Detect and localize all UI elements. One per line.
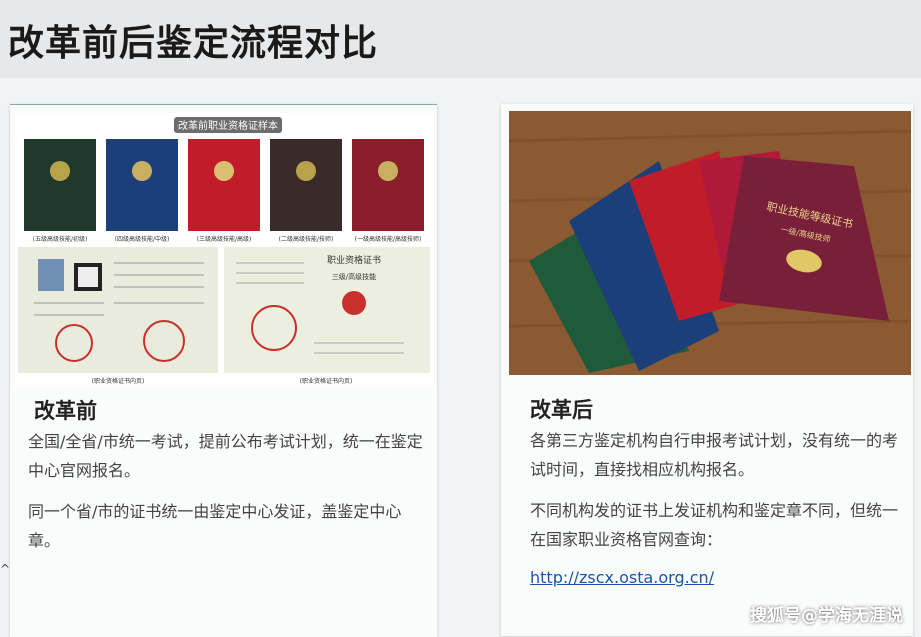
cert-cover-red xyxy=(188,139,260,231)
after-reform-heading: 改革后 xyxy=(530,398,593,422)
cert-inner-title: 职业资格证书 xyxy=(327,254,381,266)
cert-cover-green xyxy=(24,139,96,231)
after-reform-paragraph-1: 各第三方鉴定机构自行申报考试计划，没有统一的考试时间，直接找相应机构报名。 xyxy=(530,431,899,479)
cert-inner-level: 三级/高级技能 xyxy=(332,272,376,281)
cert-label-2: (四级高级技能/中级) xyxy=(115,235,170,243)
cert-label-5: (一级高级技能/高级技师) xyxy=(355,235,422,243)
caret-icon: ^ xyxy=(0,562,11,576)
before-reform-card: 改革前职业资格证样本 (五级高级技能/初级) (四级高级技能/中级) (三级高级… xyxy=(10,104,437,637)
cert-cover-dark xyxy=(270,139,342,231)
page-header: 改革前后鉴定流程对比 xyxy=(0,0,921,78)
osta-query-link[interactable]: http://zscx.osta.org.cn/ xyxy=(530,568,714,587)
cert-inner-page-right: 职业资格证书 三级/高级技能 xyxy=(224,247,430,373)
cert-label-1: (五级高级技能/初级) xyxy=(33,235,88,243)
page-title: 改革前后鉴定流程对比 xyxy=(8,23,379,64)
cert-cover-navy xyxy=(106,139,178,231)
before-reform-paragraph-1: 全国/全省/市统一考试，提前公布考试计划，统一在鉴定中心官网报名。 xyxy=(28,432,423,480)
inner-page-label-1: (职业资格证书内页) xyxy=(92,377,145,385)
new-certificate-photo: 职业技能等级证书 一级/高级技师 xyxy=(508,111,912,375)
cert-inner-page-left xyxy=(18,247,218,373)
after-reform-card: 职业技能等级证书 一级/高级技师 改革后 各第三方鉴定机构自行申报考试计划，没有… xyxy=(501,104,913,636)
cert-cover-maroon xyxy=(352,139,424,231)
cert-label-3: (三级高级技能/高级) xyxy=(197,235,252,243)
before-reform-heading: 改革前 xyxy=(34,399,97,423)
inner-page-label-2: (职业资格证书内页) xyxy=(300,377,353,385)
image-caption: 改革前职业资格证样本 xyxy=(178,119,278,132)
before-reform-paragraph-2: 同一个省/市的证书统一由鉴定中心发证，盖鉴定中心章。 xyxy=(28,502,402,550)
after-reform-paragraph-2: 不同机构发的证书上发证机构和鉴定章不同，但统一在国家职业资格官网查询： xyxy=(530,501,899,549)
watermark: 搜狐号@学海无涯说 xyxy=(750,606,903,626)
cert-label-4: (二级高级技能/技师) xyxy=(279,235,334,243)
old-certificate-sample-image: 改革前职业资格证样本 (五级高级技能/初级) (四级高级技能/中级) (三级高级… xyxy=(14,113,434,387)
